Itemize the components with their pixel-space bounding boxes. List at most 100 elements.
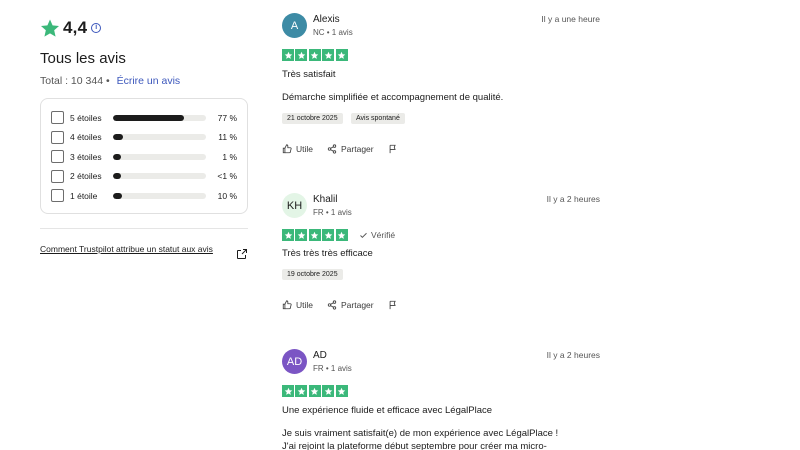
review-time: Il y a une heure bbox=[541, 14, 600, 24]
star-icon bbox=[295, 385, 308, 397]
useful-button[interactable]: Utile bbox=[282, 300, 313, 310]
flag-icon[interactable] bbox=[388, 300, 398, 310]
filter-checkbox[interactable] bbox=[51, 130, 64, 144]
distribution-row[interactable]: 4 étoiles 11 % bbox=[51, 128, 237, 148]
useful-label: Utile bbox=[296, 144, 314, 154]
total-row: Total : 10 344 • Écrire un avis bbox=[40, 75, 180, 87]
distribution-percent: 10 % bbox=[217, 190, 238, 201]
review-title[interactable]: Très très très efficace bbox=[282, 248, 373, 259]
star-icon bbox=[308, 229, 321, 241]
distribution-row[interactable]: 5 étoiles 77 % bbox=[51, 108, 237, 128]
distribution-percent: <1 % bbox=[217, 171, 238, 182]
distribution-row[interactable]: 1 étoile 10 % bbox=[51, 186, 237, 206]
distribution-bar-fill bbox=[113, 153, 122, 160]
star-icon bbox=[308, 385, 321, 397]
avatar: KH bbox=[282, 193, 307, 218]
share-icon bbox=[327, 144, 337, 154]
distribution-row[interactable]: 2 étoiles <1 % bbox=[51, 167, 237, 187]
review-date-badge: 21 octobre 2025 bbox=[282, 113, 343, 124]
distribution-percent: 77 % bbox=[217, 112, 238, 123]
review-actions: Utile Partager bbox=[282, 144, 398, 154]
distribution-bar bbox=[113, 153, 206, 160]
filter-checkbox[interactable] bbox=[51, 169, 64, 183]
avatar: A bbox=[282, 13, 307, 38]
reviewer-name[interactable]: AD bbox=[313, 350, 327, 361]
verified-label: Vérifié bbox=[371, 230, 396, 240]
star-rating bbox=[282, 229, 349, 241]
star-icon bbox=[41, 19, 59, 37]
avatar: AD bbox=[282, 349, 307, 374]
check-icon bbox=[360, 232, 367, 238]
distribution-row[interactable]: 3 étoiles 1 % bbox=[51, 147, 237, 167]
filter-checkbox[interactable] bbox=[51, 189, 64, 203]
share-button[interactable]: Partager bbox=[327, 300, 374, 310]
filter-checkbox[interactable] bbox=[51, 150, 64, 164]
verified-badge: Vérifié bbox=[359, 230, 395, 240]
trustpilot-status-link[interactable]: Comment Trustpilot attribue un statut au… bbox=[40, 244, 220, 255]
distribution-percent: 1 % bbox=[222, 151, 238, 162]
total-count: Total : 10 344 bbox=[40, 75, 104, 87]
review-body: Démarche simplifiée et accompagnement de… bbox=[282, 92, 504, 103]
distribution-bar-fill bbox=[113, 173, 122, 180]
divider bbox=[40, 228, 248, 229]
distribution-label: 2 étoiles bbox=[70, 171, 102, 182]
review-date-badge: 19 octobre 2025 bbox=[282, 269, 343, 280]
distribution-bar-fill bbox=[113, 192, 123, 199]
star-icon bbox=[282, 229, 294, 241]
distribution-bar bbox=[113, 114, 206, 121]
avatar-initials: KH bbox=[286, 199, 303, 212]
share-button[interactable]: Partager bbox=[327, 144, 374, 154]
star-icon bbox=[335, 229, 348, 241]
write-review-link[interactable]: Écrire un avis bbox=[117, 75, 181, 87]
rating-distribution: 5 étoiles 77 % 4 étoiles 11 % 3 étoiles … bbox=[40, 98, 248, 214]
star-icon bbox=[335, 385, 348, 397]
star-icon bbox=[295, 49, 308, 61]
review-time: Il y a 2 heures bbox=[546, 194, 600, 204]
avatar-initials: AD bbox=[286, 355, 303, 368]
review-body-line: J'ai rejoint la plateforme début septemb… bbox=[282, 441, 547, 450]
distribution-percent: 11 % bbox=[218, 132, 238, 143]
distribution-label: 5 étoiles bbox=[70, 112, 102, 123]
distribution-label: 1 étoile bbox=[70, 190, 98, 201]
review-source-badge: Avis spontané bbox=[351, 113, 405, 124]
separator: • bbox=[105, 75, 113, 87]
distribution-bar bbox=[113, 192, 206, 199]
reviewer-meta: NC • 1 avis bbox=[313, 28, 353, 37]
star-icon bbox=[282, 49, 294, 61]
distribution-bar-fill bbox=[113, 114, 185, 121]
review-actions: Utile Partager bbox=[282, 300, 398, 310]
distribution-bar-fill bbox=[113, 134, 124, 141]
review-body-line: Je suis vraiment satisfait(e) de mon exp… bbox=[282, 428, 559, 439]
star-icon bbox=[322, 49, 335, 61]
distribution-label: 3 étoiles bbox=[70, 151, 102, 162]
avatar-initials: A bbox=[290, 19, 299, 32]
reviewer-meta: FR • 1 avis bbox=[313, 364, 352, 373]
share-label: Partager bbox=[341, 300, 374, 310]
external-link-icon[interactable] bbox=[236, 248, 248, 260]
share-label: Partager bbox=[341, 144, 374, 154]
star-icon bbox=[295, 229, 308, 241]
distribution-bar bbox=[113, 134, 206, 141]
flag-icon[interactable] bbox=[388, 144, 398, 154]
review-title[interactable]: Très satisfait bbox=[282, 69, 336, 80]
star-rating bbox=[282, 49, 349, 61]
review-time: Il y a 2 heures bbox=[546, 350, 600, 360]
share-icon bbox=[327, 300, 337, 310]
reviewer-name[interactable]: Khalil bbox=[313, 194, 337, 205]
distribution-label: 4 étoiles bbox=[70, 132, 102, 143]
star-icon bbox=[282, 385, 294, 397]
info-icon[interactable]: i bbox=[91, 23, 102, 33]
useful-button[interactable]: Utile bbox=[282, 144, 313, 154]
star-icon bbox=[322, 385, 335, 397]
thumbs-up-icon bbox=[282, 300, 292, 310]
page-title: Tous les avis bbox=[40, 50, 126, 67]
rating-value: 4,4 bbox=[63, 18, 88, 37]
reviewer-name[interactable]: Alexis bbox=[313, 14, 340, 25]
star-icon bbox=[322, 229, 335, 241]
star-icon bbox=[308, 49, 321, 61]
filter-checkbox[interactable] bbox=[51, 111, 64, 125]
reviewer-meta: FR • 1 avis bbox=[313, 208, 352, 217]
rating-row: 4,4 i bbox=[40, 18, 102, 38]
useful-label: Utile bbox=[296, 300, 314, 310]
review-title[interactable]: Une expérience fluide et efficace avec L… bbox=[282, 405, 492, 416]
